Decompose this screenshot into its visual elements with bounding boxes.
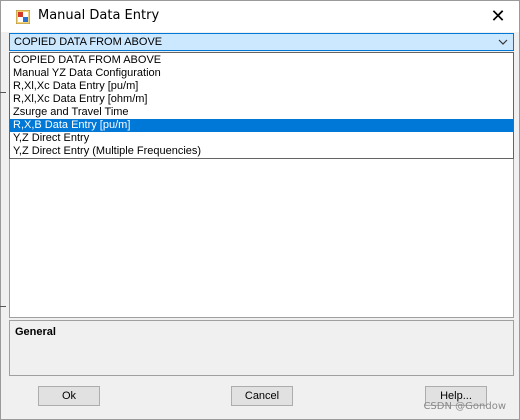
- dropdown-option[interactable]: R,Xl,Xc Data Entry [ohm/m]: [10, 93, 513, 106]
- dropdown-option[interactable]: Y,Z Direct Entry: [10, 132, 513, 145]
- dropdown-option[interactable]: COPIED DATA FROM ABOVE: [10, 54, 513, 67]
- combo-selected-value: COPIED DATA FROM ABOVE: [14, 36, 163, 48]
- app-icon: [16, 10, 30, 24]
- background-edge-mark: [0, 306, 6, 307]
- dropdown-option-selected[interactable]: R,X,B Data Entry [pu/m]: [10, 119, 513, 132]
- title-bar[interactable]: Manual Data Entry ✕: [1, 1, 519, 32]
- dropdown-option[interactable]: R,Xl,Xc Data Entry [pu/m]: [10, 80, 513, 93]
- cancel-button[interactable]: Cancel: [231, 386, 293, 406]
- window-title: Manual Data Entry: [38, 8, 160, 23]
- dropdown-option[interactable]: Manual YZ Data Configuration: [10, 67, 513, 80]
- chevron-down-icon[interactable]: [497, 35, 509, 49]
- info-panel-title: General: [15, 326, 56, 338]
- dropdown-option[interactable]: Zsurge and Travel Time: [10, 106, 513, 119]
- dropdown-option[interactable]: Y,Z Direct Entry (Multiple Frequencies): [10, 145, 513, 158]
- entry-type-dropdown-list[interactable]: COPIED DATA FROM ABOVE Manual YZ Data Co…: [9, 52, 514, 159]
- dialog-window: Manual Data Entry ✕ COPIED DATA FROM ABO…: [0, 0, 520, 420]
- watermark-text: CSDN @Gondow: [423, 401, 506, 412]
- close-button[interactable]: ✕: [485, 5, 511, 27]
- entry-type-combobox[interactable]: COPIED DATA FROM ABOVE: [9, 33, 514, 51]
- ok-button[interactable]: Ok: [38, 386, 100, 406]
- info-panel: General: [9, 320, 514, 376]
- close-icon: ✕: [490, 5, 506, 26]
- background-edge-mark: [0, 92, 6, 93]
